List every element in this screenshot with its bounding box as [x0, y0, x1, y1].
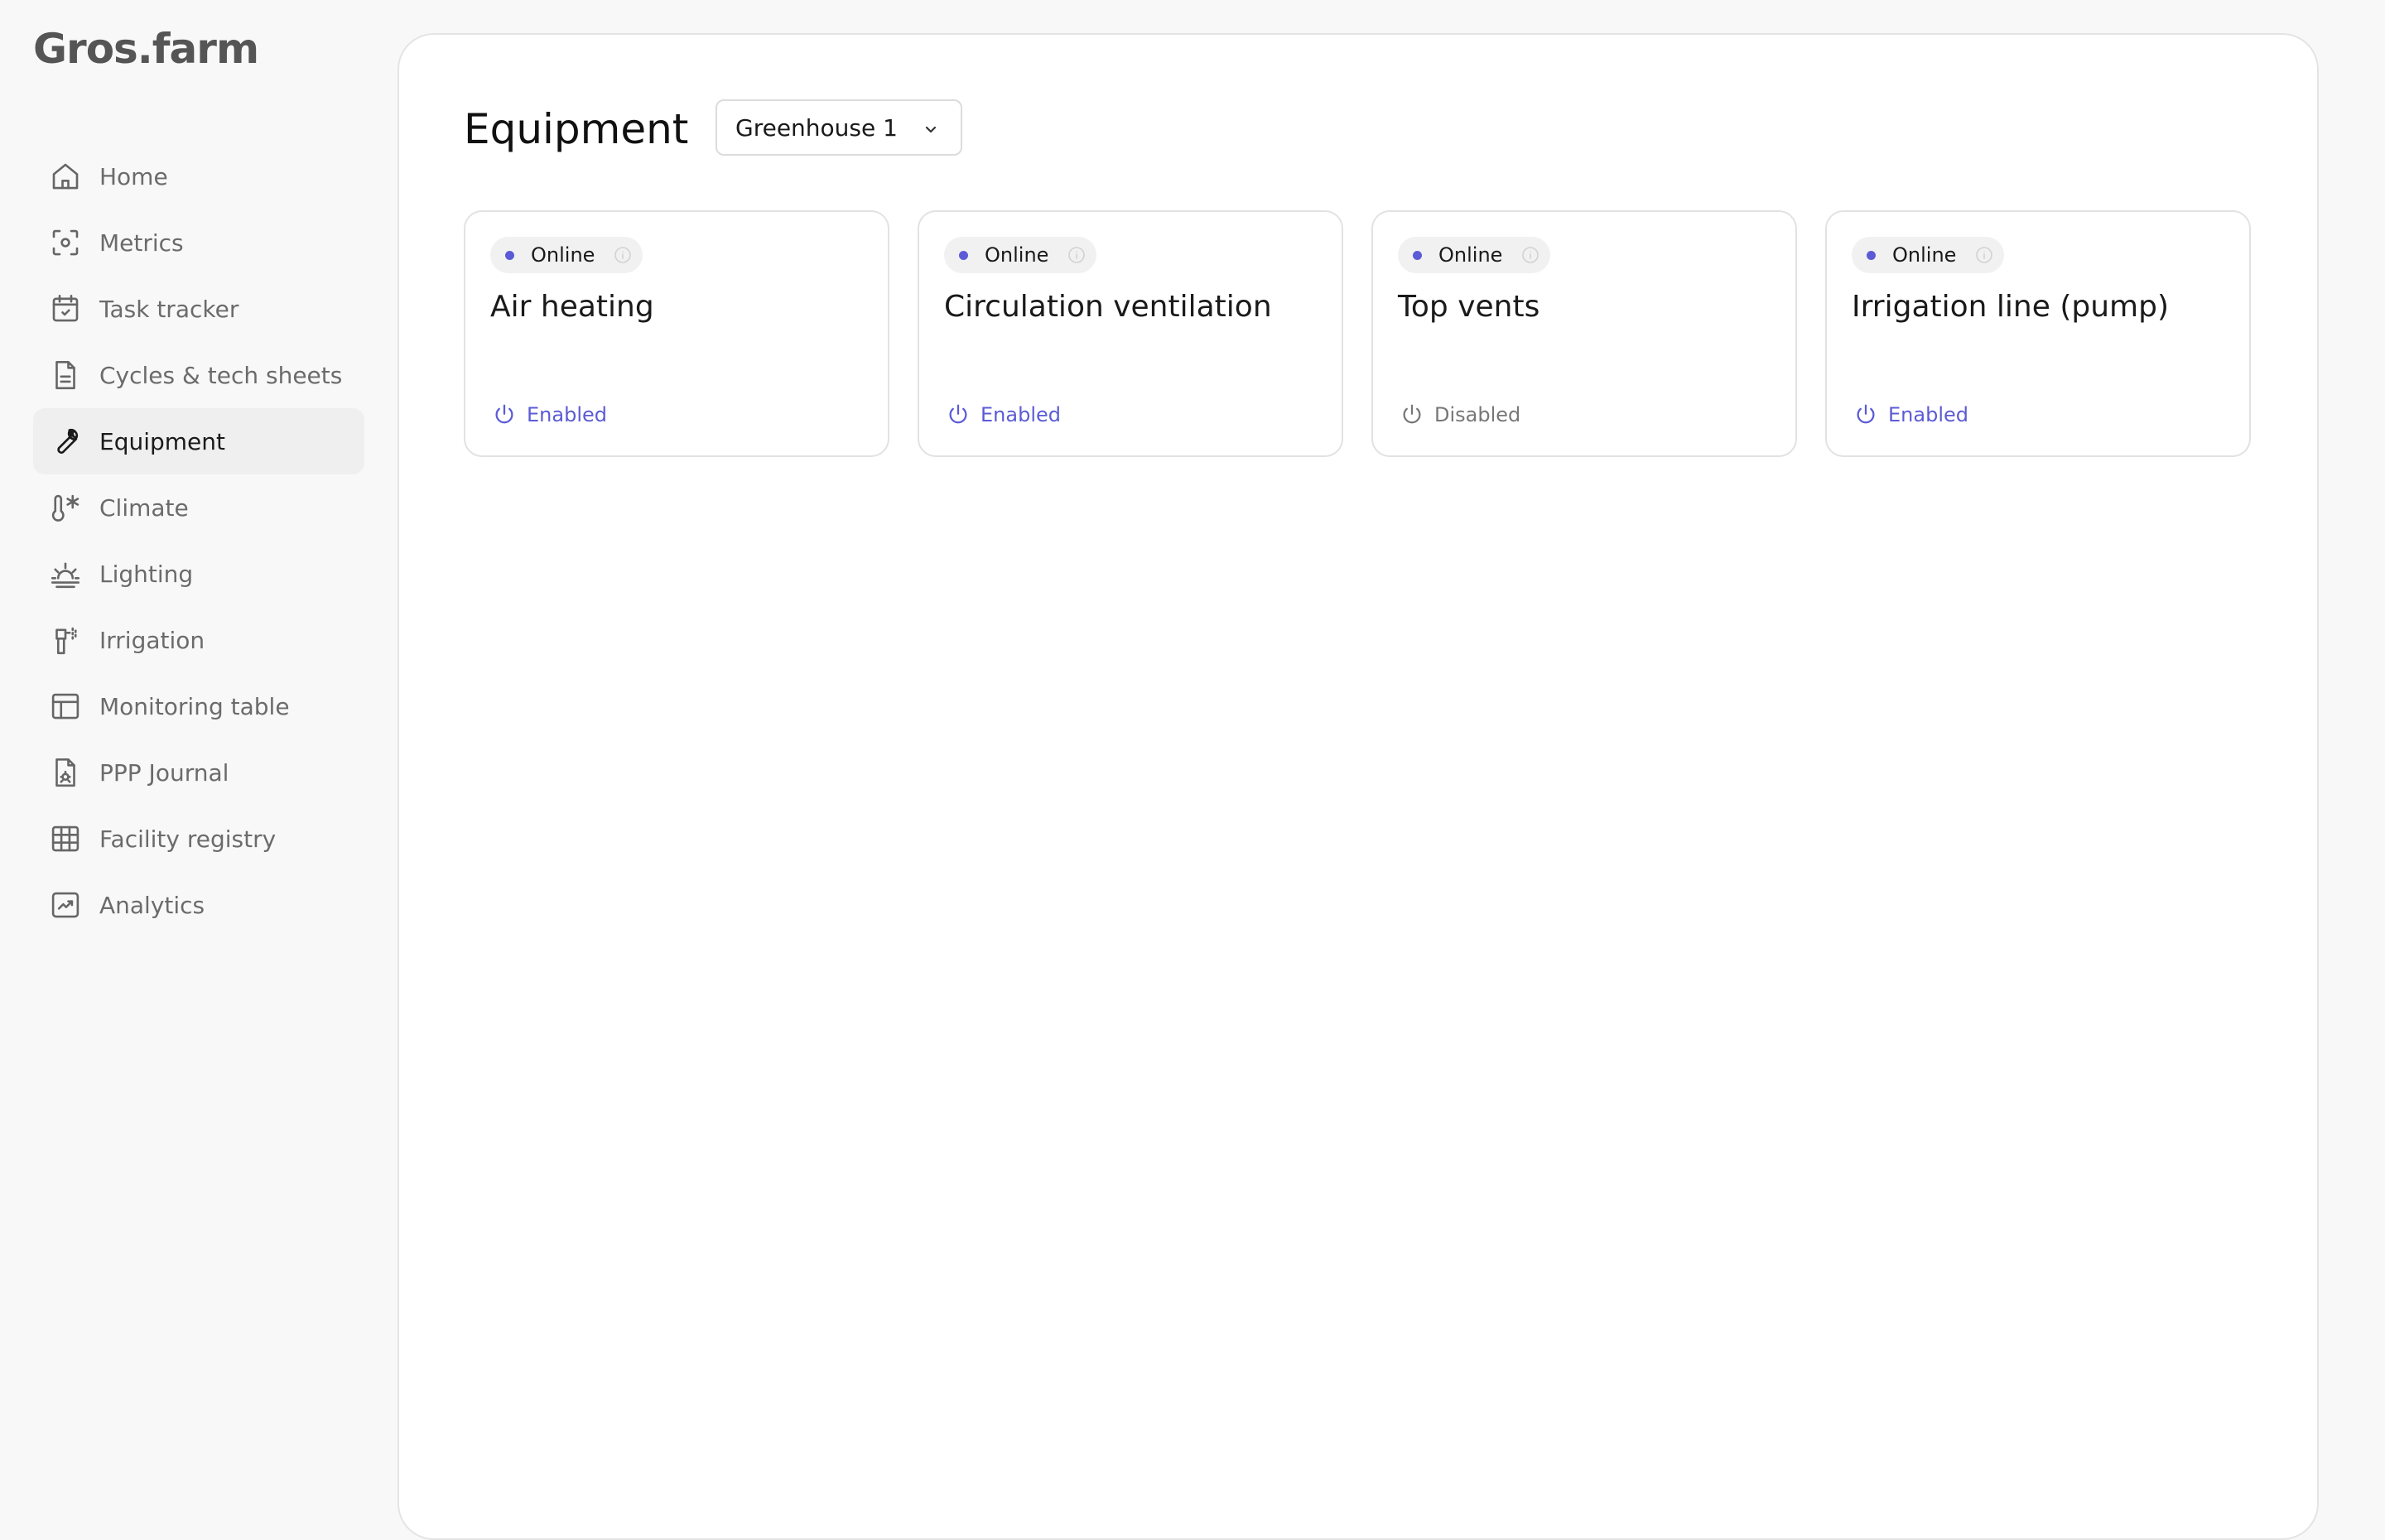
sprayer-icon — [48, 623, 83, 657]
sidebar-item-label: Analytics — [99, 891, 205, 919]
power-toggle[interactable]: Enabled — [492, 402, 607, 427]
document-icon — [48, 358, 83, 392]
status-text: Online — [531, 243, 595, 267]
sidebar-nav: Home Metrics Task tracker Cycles & tech … — [33, 143, 364, 938]
sidebar-item-label: Monitoring table — [99, 692, 290, 720]
greenhouse-select-value: Greenhouse 1 — [735, 113, 898, 142]
power-toggle[interactable]: Disabled — [1400, 402, 1520, 427]
metrics-icon — [48, 225, 83, 260]
sidebar-item-label: Task tracker — [99, 295, 239, 323]
power-state-label: Enabled — [980, 403, 1061, 426]
info-icon[interactable] — [613, 245, 633, 265]
status-badge: Online — [490, 237, 643, 273]
status-text: Online — [1892, 243, 1957, 267]
thermometer-snowflake-icon — [48, 490, 83, 525]
status-text: Online — [1438, 243, 1503, 267]
sidebar-item-cycles-tech-sheets[interactable]: Cycles & tech sheets — [33, 342, 364, 408]
sidebar-item-analytics[interactable]: Analytics — [33, 872, 364, 938]
power-icon — [946, 402, 971, 427]
sidebar: Gros.farm Home Metrics Task tracker Cycl… — [0, 0, 381, 1490]
sidebar-item-label: Metrics — [99, 229, 184, 257]
home-icon — [48, 159, 83, 194]
sidebar-item-irrigation[interactable]: Irrigation — [33, 607, 364, 673]
document-bug-icon — [48, 755, 83, 790]
sidebar-item-facility-registry[interactable]: Facility registry — [33, 806, 364, 872]
sidebar-item-label: Lighting — [99, 560, 194, 588]
equipment-cards: Online Air heating Enabled Online Circul… — [464, 210, 2251, 457]
chart-up-icon — [48, 888, 83, 922]
power-toggle[interactable]: Enabled — [1853, 402, 1968, 427]
grid-icon — [48, 821, 83, 856]
equipment-name: Top vents — [1398, 290, 1540, 324]
status-dot — [505, 250, 514, 260]
status-dot — [1413, 250, 1422, 260]
equipment-card-top-vents[interactable]: Online Top vents Disabled — [1371, 210, 1797, 457]
sidebar-item-label: Home — [99, 162, 168, 190]
sidebar-item-label: Climate — [99, 493, 189, 522]
table-icon — [48, 689, 83, 724]
sidebar-item-label: PPP Journal — [99, 758, 229, 787]
sidebar-item-task-tracker[interactable]: Task tracker — [33, 276, 364, 342]
sidebar-item-label: Cycles & tech sheets — [99, 361, 343, 389]
sidebar-item-ppp-journal[interactable]: PPP Journal — [33, 739, 364, 806]
power-toggle[interactable]: Enabled — [946, 402, 1061, 427]
app-logo[interactable]: Gros.farm — [33, 25, 259, 73]
power-icon — [1853, 402, 1878, 427]
status-dot — [1867, 250, 1876, 260]
greenhouse-select[interactable]: Greenhouse 1 — [716, 99, 962, 156]
sidebar-item-equipment[interactable]: Equipment — [33, 408, 364, 474]
equipment-name: Air heating — [490, 290, 654, 324]
status-badge: Online — [1398, 237, 1551, 273]
sidebar-item-home[interactable]: Home — [33, 143, 364, 209]
sidebar-item-metrics[interactable]: Metrics — [33, 209, 364, 276]
power-state-label: Enabled — [527, 403, 607, 426]
info-icon[interactable] — [1067, 245, 1086, 265]
sidebar-item-label: Irrigation — [99, 626, 205, 654]
sidebar-item-monitoring-table[interactable]: Monitoring table — [33, 673, 364, 739]
sunrise-icon — [48, 556, 83, 591]
equipment-name: Irrigation line (pump) — [1852, 290, 2169, 324]
status-dot — [959, 250, 968, 260]
sidebar-item-label: Facility registry — [99, 825, 277, 853]
sidebar-item-climate[interactable]: Climate — [33, 474, 364, 541]
status-badge: Online — [944, 237, 1097, 273]
power-icon — [1400, 402, 1424, 427]
page-title: Equipment — [464, 105, 689, 153]
equipment-card-irrigation-line-pump[interactable]: Online Irrigation line (pump) Enabled — [1825, 210, 2251, 457]
calendar-check-icon — [48, 291, 83, 326]
equipment-card-air-heating[interactable]: Online Air heating Enabled — [464, 210, 889, 457]
main-panel: Equipment Greenhouse 1 Online Air heatin… — [398, 33, 2319, 1540]
equipment-name: Circulation ventilation — [944, 290, 1272, 324]
power-icon — [492, 402, 517, 427]
power-state-label: Enabled — [1888, 403, 1968, 426]
sidebar-item-lighting[interactable]: Lighting — [33, 541, 364, 607]
equipment-card-circulation-ventilation[interactable]: Online Circulation ventilation Enabled — [918, 210, 1343, 457]
power-state-label: Disabled — [1434, 403, 1521, 426]
sidebar-item-label: Equipment — [99, 427, 225, 455]
info-icon[interactable] — [1974, 245, 1994, 265]
status-badge: Online — [1852, 237, 2005, 273]
status-text: Online — [985, 243, 1049, 267]
wrench-icon — [48, 424, 83, 459]
info-icon[interactable] — [1520, 245, 1540, 265]
chevron-down-icon — [921, 119, 941, 139]
